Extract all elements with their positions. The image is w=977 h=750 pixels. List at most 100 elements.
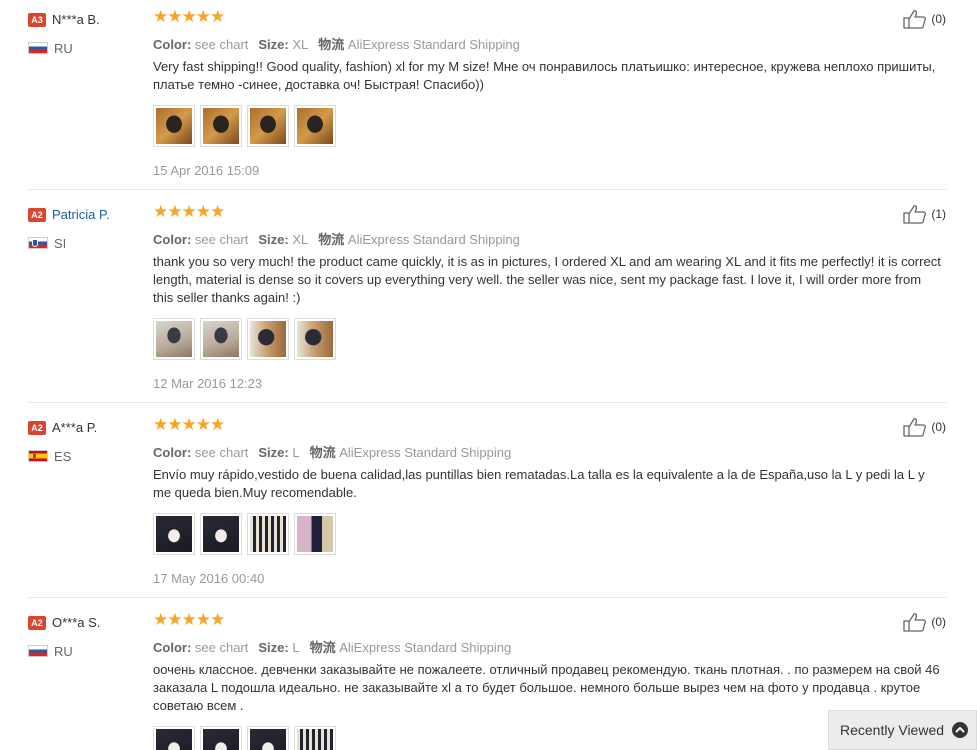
helpful-count: (0) [931, 12, 946, 26]
buyer-name-link[interactable]: Patricia P. [52, 207, 110, 222]
color-value: see chart [194, 232, 249, 247]
star-rating: ★★★★★ [153, 610, 225, 629]
review-photo-thumbnail[interactable] [247, 726, 289, 750]
color-value: see chart [194, 445, 249, 460]
review-divider [28, 597, 946, 598]
color-label: Color: [153, 37, 192, 52]
recently-viewed-label: Recently Viewed [840, 722, 945, 738]
size-value: L [292, 640, 300, 655]
buyer-country: SI [28, 235, 148, 251]
flag-ru-icon [28, 42, 48, 54]
color-label: Color: [153, 640, 192, 655]
thumbs-up-icon [903, 613, 927, 632]
shipping-value: AliExpress Standard Shipping [339, 445, 512, 460]
buyer-info: A2 Patricia P. SI [28, 206, 148, 251]
country-code: RU [54, 40, 73, 56]
flag-es-icon [28, 450, 48, 462]
country-code: ES [54, 448, 72, 464]
size-label: Size: [258, 232, 289, 247]
review-photo-thumbnail[interactable] [247, 105, 289, 147]
star-rating: ★★★★★ [153, 202, 225, 221]
buyer-country: RU [28, 643, 148, 659]
buyer-name: O***a S. [52, 615, 101, 631]
review-text: Envío muy rápido,vestido de buena calida… [153, 467, 925, 500]
logistics-label: 物流 [309, 640, 336, 655]
buyer-level-badge: A3 [28, 12, 46, 27]
star-rating: ★★★★★ [153, 7, 225, 26]
review-photo-thumbnail[interactable] [153, 513, 195, 555]
review-photo-thumbnail[interactable] [294, 726, 336, 750]
thumbs-up-icon [903, 418, 927, 437]
helpful-vote-button[interactable]: (0) [903, 417, 946, 437]
review-photos [153, 318, 948, 360]
review-date: 12 Mar 2016 12:23 [153, 376, 263, 391]
color-label: Color: [153, 445, 192, 460]
helpful-count: (0) [931, 615, 946, 629]
flag-si-icon [28, 237, 48, 249]
order-info: Color: see chart Size: XL 物流 AliExpress St… [153, 34, 948, 52]
buyer-country: ES [28, 448, 148, 464]
buyer-info: A3 N***a B. RU [28, 11, 148, 56]
recently-viewed-button[interactable]: Recently Viewed [828, 710, 977, 750]
helpful-vote-button[interactable]: (0) [903, 612, 946, 632]
order-info: Color: see chart Size: XL 物流 AliExpress St… [153, 229, 948, 247]
review-photos [153, 105, 948, 147]
review-photo-thumbnail[interactable] [200, 513, 242, 555]
review-divider [28, 402, 946, 403]
buyer-name: N***a B. [52, 12, 100, 28]
size-value: XL [292, 37, 309, 52]
thumbs-up-icon [903, 10, 927, 29]
review-content: ★★★★★ Color: see chart Size: L 物流 AliExpre… [153, 415, 948, 586]
color-label: Color: [153, 232, 192, 247]
thumbs-up-icon [903, 205, 927, 224]
size-value: L [292, 445, 300, 460]
buyer-info: A2 O***a S. RU [28, 614, 148, 659]
review-content: ★★★★★ Color: see chart Size: XL 物流 AliExpr… [153, 202, 948, 391]
review-photo-thumbnail[interactable] [153, 105, 195, 147]
review-photo-thumbnail[interactable] [200, 105, 242, 147]
helpful-vote-button[interactable]: (1) [903, 204, 946, 224]
shipping-value: AliExpress Standard Shipping [347, 232, 520, 247]
review-text: Very fast shipping!! Good quality, fashi… [153, 59, 936, 92]
shipping-value: AliExpress Standard Shipping [347, 37, 520, 52]
review-photo-thumbnail[interactable] [247, 318, 289, 360]
review-photo-thumbnail[interactable] [294, 318, 336, 360]
buyer-level-badge: A2 [28, 420, 46, 435]
star-rating: ★★★★★ [153, 415, 225, 434]
buyer-info: A2 A***a P. ES [28, 419, 148, 464]
review-date: 15 Apr 2016 15:09 [153, 163, 260, 178]
review-divider [28, 189, 946, 190]
size-value: XL [292, 232, 309, 247]
logistics-label: 物流 [318, 37, 345, 52]
buyer-country: RU [28, 40, 148, 56]
review-photos [153, 513, 948, 555]
color-value: see chart [194, 640, 249, 655]
helpful-count: (0) [931, 420, 946, 434]
country-code: SI [54, 235, 67, 251]
review-content: ★★★★★ Color: see chart Size: XL 物流 AliExpr… [153, 7, 948, 178]
size-label: Size: [258, 445, 289, 460]
review-photo-thumbnail[interactable] [153, 318, 195, 360]
review-photo-thumbnail[interactable] [294, 105, 336, 147]
size-label: Size: [258, 640, 289, 655]
review-photo-thumbnail[interactable] [247, 513, 289, 555]
buyer-level-badge: A2 [28, 207, 46, 222]
chevron-up-icon [952, 722, 968, 738]
helpful-vote-button[interactable]: (0) [903, 9, 946, 29]
review-text: thank you so very much! the product came… [153, 254, 941, 305]
review-photo-thumbnail[interactable] [200, 318, 242, 360]
buyer-level-badge: A2 [28, 615, 46, 630]
review-photo-thumbnail[interactable] [153, 726, 195, 750]
logistics-label: 物流 [318, 232, 345, 247]
review-photo-thumbnail[interactable] [200, 726, 242, 750]
review-text: оочень классное. девченки заказывайте не… [153, 662, 940, 713]
logistics-label: 物流 [309, 445, 336, 460]
helpful-count: (1) [931, 207, 946, 221]
country-code: RU [54, 643, 73, 659]
review-photo-thumbnail[interactable] [294, 513, 336, 555]
shipping-value: AliExpress Standard Shipping [339, 640, 512, 655]
order-info: Color: see chart Size: L 物流 AliExpress Sta… [153, 442, 948, 460]
color-value: see chart [194, 37, 249, 52]
review-date: 17 May 2016 00:40 [153, 571, 265, 586]
size-label: Size: [258, 37, 289, 52]
